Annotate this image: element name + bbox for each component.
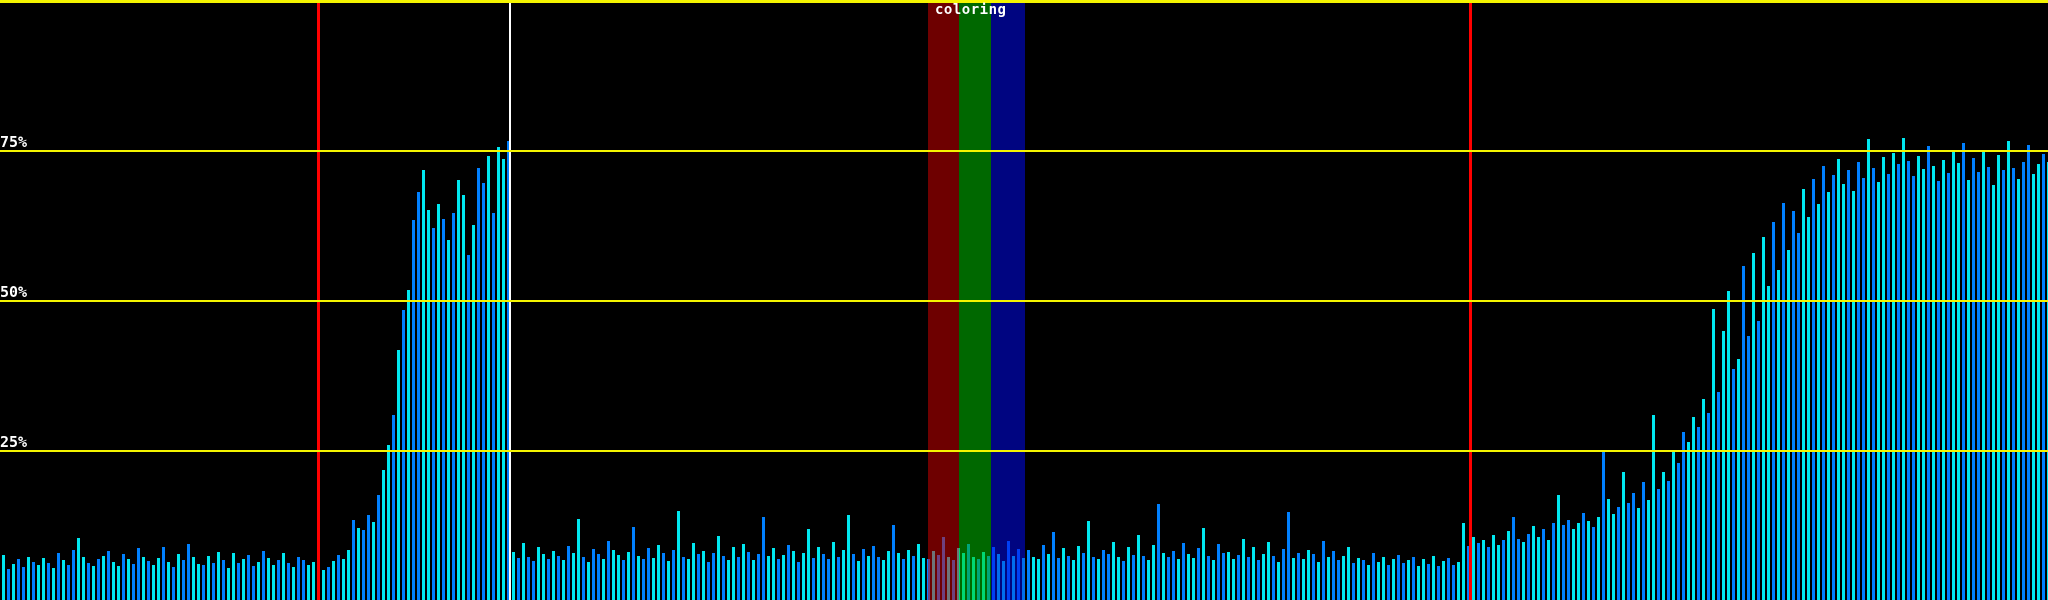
y-axis-label-25: 25% <box>0 433 28 451</box>
y-axis-label-50: 50% <box>0 283 28 301</box>
video-histogram-chart: 75% 50% 25% coloring <box>0 0 2048 600</box>
y-axis-label-75: 75% <box>0 133 28 151</box>
axis-labels-layer: 75% 50% 25% <box>0 0 2048 600</box>
coloring-label: coloring <box>935 2 1007 18</box>
